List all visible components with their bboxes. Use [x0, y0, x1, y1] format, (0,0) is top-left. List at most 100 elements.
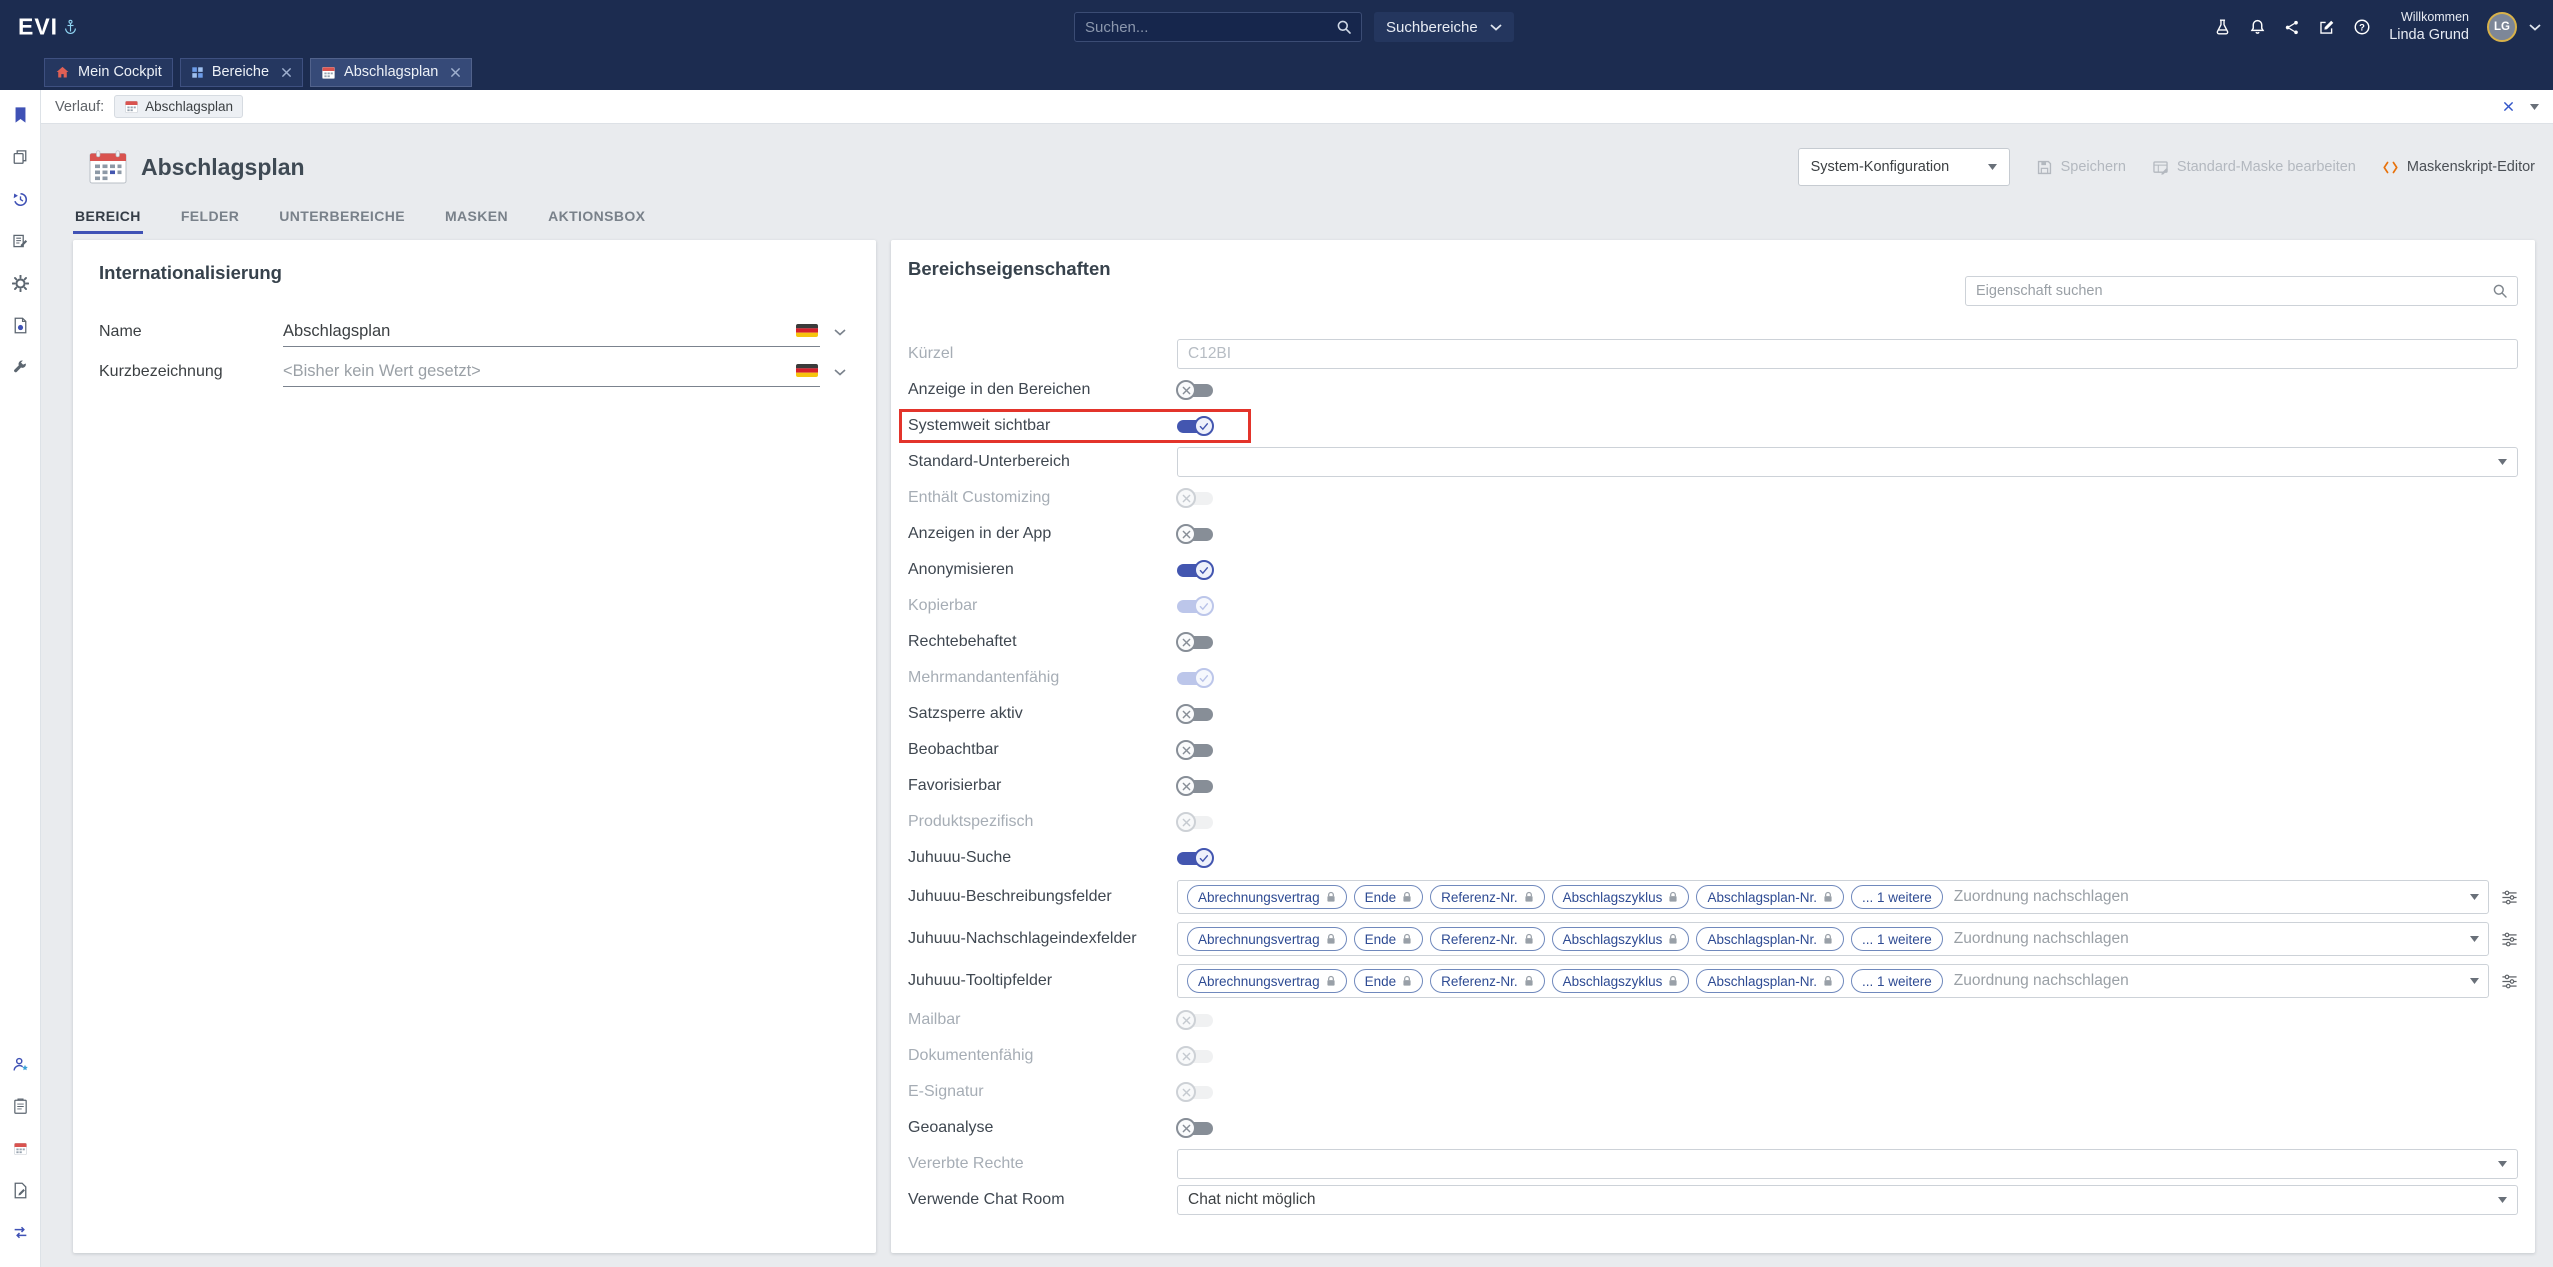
caret-down-icon — [2498, 1197, 2507, 1203]
sidebar-file-edit-button[interactable] — [0, 1169, 41, 1211]
close-icon[interactable] — [450, 67, 461, 78]
column-settings-icon[interactable] — [2501, 932, 2518, 947]
user-avatar[interactable]: LG — [2487, 12, 2517, 42]
config-select[interactable]: System-Konfiguration — [1798, 148, 2010, 186]
toggle-dokumentenfähig — [1177, 1046, 1213, 1066]
juhuuu-nachschlageindexfelder-field[interactable]: Abrechnungsvertrag EndeReferenz-Nr. Abschl… — [1177, 922, 2489, 956]
field-chip[interactable]: Abschlagsplan-Nr. — [1696, 969, 1844, 993]
column-settings-icon[interactable] — [2501, 974, 2518, 989]
kurzbezeichnung-input[interactable] — [283, 362, 788, 381]
field-chip[interactable]: Abschlagszyklus — [1552, 927, 1690, 951]
chip-label: Abschlagszyklus — [1563, 932, 1663, 947]
toggle-rechtebehaftet[interactable] — [1177, 632, 1213, 652]
global-search-input[interactable] — [1075, 19, 1336, 36]
home-icon — [55, 65, 70, 79]
sidebar-swap-button[interactable] — [0, 1211, 41, 1253]
property-row: Juhuuu-Suche — [908, 840, 2518, 876]
field-chip[interactable]: Abschlagsplan-Nr. — [1696, 927, 1844, 951]
juhuuu-tooltipfelder-field[interactable]: Abrechnungsvertrag EndeReferenz-Nr. Abschl… — [1177, 964, 2489, 998]
language-dropdown-icon[interactable] — [834, 369, 846, 376]
user-menu-caret-icon[interactable] — [2529, 24, 2541, 31]
sidebar-gear-button[interactable] — [0, 262, 41, 304]
field-chip[interactable]: Ende — [1354, 969, 1424, 993]
property-row: Anonymisieren — [908, 552, 2518, 588]
field-chip[interactable]: ... 1 weitere — [1851, 885, 1943, 909]
toggle-juhuuu-suche[interactable] — [1177, 848, 1213, 868]
vererbte-rechte-select[interactable] — [1177, 1149, 2518, 1179]
field-chip[interactable]: Abrechnungsvertrag — [1187, 927, 1347, 951]
tab-aktionsbox[interactable]: AKTIONSBOX — [546, 208, 647, 234]
share-icon[interactable] — [2284, 19, 2300, 36]
field-chip[interactable]: ... 1 weitere — [1851, 969, 1943, 993]
toggle-anzeigen-in-der-app[interactable] — [1177, 524, 1213, 544]
tab-bereich[interactable]: BEREICH — [73, 208, 143, 234]
verwende-chat-room-select[interactable]: Chat nicht möglich — [1177, 1185, 2518, 1215]
window-tab-mein-cockpit[interactable]: Mein Cockpit — [44, 58, 173, 87]
global-search[interactable] — [1074, 12, 1362, 42]
property-search-input[interactable] — [1966, 283, 2492, 299]
sidebar-note-button[interactable] — [0, 1085, 41, 1127]
juhuuu-beschreibungsfelder-field[interactable]: Abrechnungsvertrag EndeReferenz-Nr. Abschl… — [1177, 880, 2489, 914]
property-control — [1177, 740, 2518, 760]
chip-label: Abschlagsplan-Nr. — [1707, 890, 1817, 905]
sidebar-user-star-button[interactable] — [0, 1043, 41, 1085]
panels: Internationalisierung NameKurzbezeichnun… — [73, 240, 2535, 1253]
sidebar-calendar-button[interactable] — [0, 1127, 41, 1169]
history-chip[interactable]: Abschlagsplan — [114, 95, 243, 118]
history-menu-caret-icon[interactable] — [2530, 104, 2539, 110]
bell-icon[interactable] — [2249, 18, 2266, 36]
property-search[interactable] — [1965, 276, 2518, 306]
property-control — [1177, 488, 2518, 508]
field-chip[interactable]: Abschlagszyklus — [1552, 969, 1690, 993]
tab-masken[interactable]: MASKEN — [443, 208, 510, 234]
toggle-systemweit-sichtbar[interactable] — [1177, 416, 1213, 436]
compose-icon[interactable] — [2318, 19, 2335, 36]
sidebar-file-chart-button[interactable] — [0, 304, 41, 346]
language-dropdown-icon[interactable] — [834, 329, 846, 336]
property-label: Kopierbar — [908, 597, 1177, 615]
name-input[interactable] — [283, 322, 788, 341]
field-chip[interactable]: Abrechnungsvertrag — [1187, 969, 1347, 993]
field-chip[interactable]: Referenz-Nr. — [1430, 927, 1545, 951]
toggle-geoanalyse[interactable] — [1177, 1118, 1213, 1138]
kurzbezeichnung-field[interactable] — [283, 357, 820, 387]
field-chip[interactable]: Ende — [1354, 927, 1424, 951]
field-chip[interactable]: Referenz-Nr. — [1430, 885, 1545, 909]
maskenskript-editor-button[interactable]: Maskenskript-Editor — [2382, 159, 2535, 175]
tab-felder[interactable]: FELDER — [179, 208, 241, 234]
sidebar-wrench-button[interactable] — [0, 346, 41, 388]
caret-down-icon — [2498, 459, 2507, 465]
toggle-anonymisieren[interactable] — [1177, 560, 1213, 580]
clear-history-icon[interactable] — [2503, 101, 2514, 112]
toggle-beobachtbar[interactable] — [1177, 740, 1213, 760]
flask-icon[interactable] — [2214, 18, 2231, 36]
search-scope-select[interactable]: Suchbereiche — [1374, 12, 1514, 42]
field-chip[interactable]: Abschlagsplan-Nr. — [1696, 885, 1844, 909]
tab-unterbereiche[interactable]: UNTERBEREICHE — [277, 208, 407, 234]
standard-unterbereich-select[interactable] — [1177, 447, 2518, 477]
toggle-anzeige-in-den-bereichen[interactable] — [1177, 380, 1213, 400]
sidebar-form-edit-button[interactable] — [0, 220, 41, 262]
sidebar-bookmark-button[interactable] — [0, 94, 41, 136]
field-chip[interactable]: ... 1 weitere — [1851, 927, 1943, 951]
search-icon — [2492, 283, 2517, 299]
field-chip[interactable]: Referenz-Nr. — [1430, 969, 1545, 993]
field-value: Chat nicht möglich — [1188, 1191, 2490, 1209]
field-chip[interactable]: Ende — [1354, 885, 1424, 909]
field-chip[interactable]: Abrechnungsvertrag — [1187, 885, 1347, 909]
name-field[interactable] — [283, 317, 820, 347]
column-settings-icon[interactable] — [2501, 890, 2518, 905]
sidebar-history-button[interactable] — [0, 178, 41, 220]
field-chip[interactable]: Abschlagszyklus — [1552, 885, 1690, 909]
sidebar-copy-button[interactable] — [0, 136, 41, 178]
property-control — [1177, 560, 2518, 580]
window-tab-bereiche[interactable]: Bereiche — [180, 58, 303, 87]
toggle-favorisierbar[interactable] — [1177, 776, 1213, 796]
close-icon[interactable] — [281, 67, 292, 78]
property-row: Juhuuu-BeschreibungsfelderAbrechnungsver… — [908, 876, 2518, 918]
property-label: Anonymisieren — [908, 561, 1177, 579]
search-icon[interactable] — [1336, 19, 1361, 35]
help-icon[interactable]: ? — [2353, 18, 2371, 36]
window-tab-abschlagsplan[interactable]: Abschlagsplan — [310, 58, 472, 87]
toggle-satzsperre-aktiv[interactable] — [1177, 704, 1213, 724]
